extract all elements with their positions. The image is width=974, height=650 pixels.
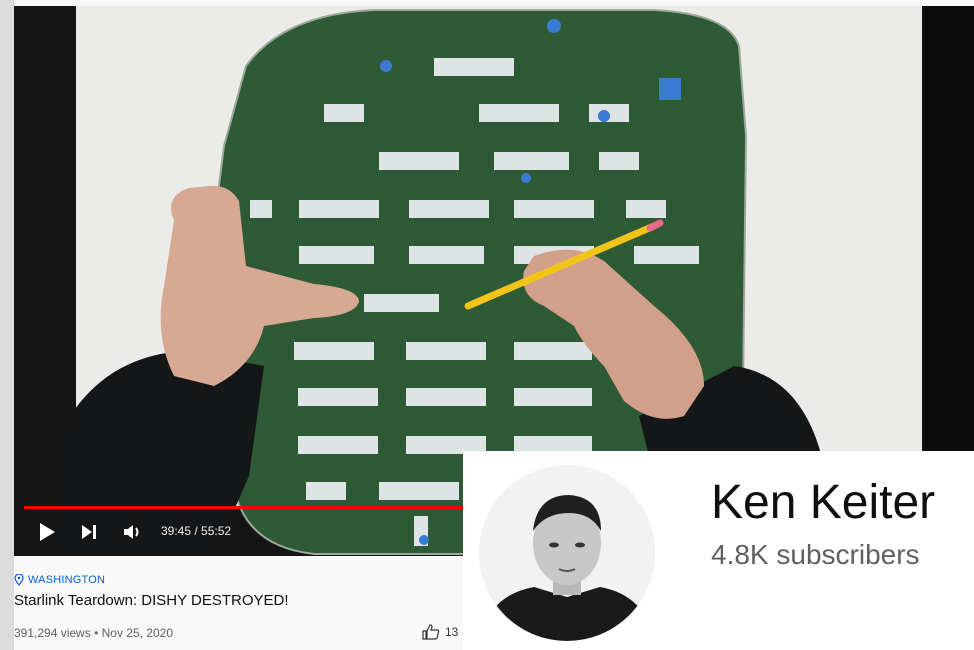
time-total: 55:52 — [201, 524, 232, 538]
page-side-strip — [0, 0, 14, 650]
video-title: Starlink Teardown: DISHY DESTROYED! — [14, 592, 289, 609]
volume-button[interactable] — [122, 522, 144, 546]
channel-card: Ken Keiter 4.8K subscribers — [463, 451, 974, 650]
thumbs-up-icon — [422, 624, 440, 640]
subscriber-count: 4.8K subscribers — [711, 539, 920, 570]
like-button[interactable]: 13 — [422, 624, 458, 640]
location-link[interactable]: WASHINGTON — [14, 574, 484, 586]
time-display: 39:45 / 55:52 — [161, 524, 232, 538]
play-icon — [40, 523, 55, 541]
channel-name[interactable]: Ken Keiter — [711, 475, 935, 530]
avatar-photo — [479, 465, 655, 641]
view-count: 391,294 views — [14, 626, 91, 640]
stats-separator: • — [94, 626, 99, 640]
like-count: 13 — [445, 625, 459, 639]
video-stats: 391,294 views • Nov 25, 2020 — [14, 626, 173, 640]
next-icon — [82, 525, 96, 539]
time-current: 39:45 — [161, 524, 192, 538]
next-button[interactable] — [80, 522, 98, 546]
video-meta: WASHINGTON Starlink Teardown: DISHY DEST… — [14, 574, 484, 609]
location-label: WASHINGTON — [28, 574, 106, 586]
channel-avatar[interactable] — [479, 465, 655, 641]
upload-date: Nov 25, 2020 — [101, 626, 173, 640]
play-button[interactable] — [38, 522, 56, 546]
location-pin-icon — [14, 574, 24, 586]
volume-icon — [124, 525, 139, 539]
